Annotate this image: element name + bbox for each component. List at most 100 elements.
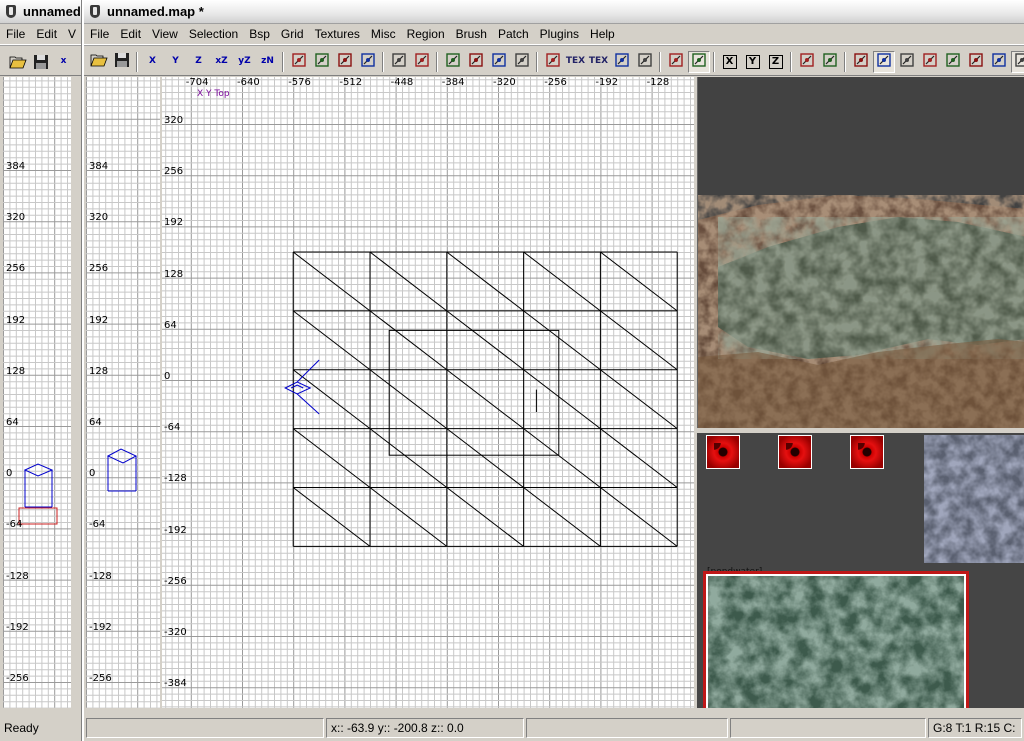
rotate-z-button[interactable]: zN <box>257 51 279 73</box>
menu-grid[interactable]: Grid <box>275 27 309 41</box>
selected-texture-pondwater[interactable] <box>703 571 969 708</box>
texture-thumb-red-3[interactable] <box>850 435 884 469</box>
view-entities-icon <box>690 51 708 72</box>
flip-x-button[interactable]: X <box>142 51 164 73</box>
save-button[interactable] <box>111 51 133 73</box>
split-button[interactable] <box>988 51 1010 73</box>
xy-grid <box>162 77 694 708</box>
rotate-x-button[interactable]: xZ <box>211 51 233 73</box>
weld-icon <box>967 51 985 72</box>
patch-dismiss-button[interactable] <box>850 51 872 73</box>
menu-file[interactable]: File <box>84 27 114 41</box>
z-y-label-9: -192 <box>89 621 112 633</box>
csg-subtract-button[interactable] <box>334 51 356 73</box>
xy-y-label-2: 192 <box>164 217 184 229</box>
flip-y-button[interactable]: Y <box>165 51 187 73</box>
xy-y-label-4: 64 <box>164 319 177 331</box>
back-flip-x-icon[interactable]: x <box>53 51 75 73</box>
z-y-label-3: 192 <box>89 314 109 326</box>
weld-button[interactable] <box>965 51 987 73</box>
select-partial-tall-button[interactable] <box>511 51 533 73</box>
menu-help[interactable]: Help <box>584 27 620 41</box>
back-open-icon[interactable] <box>7 51 29 73</box>
back-y-label-9: -192 <box>6 621 29 633</box>
menu-misc[interactable]: Misc <box>365 27 401 41</box>
back-menu-edit[interactable]: Edit <box>30 27 62 41</box>
menu-bsp[interactable]: Bsp <box>243 27 275 41</box>
open-button[interactable] <box>88 51 110 73</box>
grid-texture-icon <box>390 51 408 72</box>
menu-textures[interactable]: Textures <box>309 27 365 41</box>
texture-flip-y-icon: TEX <box>588 56 609 66</box>
clipper-button[interactable] <box>896 51 918 73</box>
xy-button[interactable]: X <box>719 51 741 73</box>
xy-top-view[interactable]: X Y Top -704 -640 -576 -512 -448 -384 -320 -256… <box>162 77 694 708</box>
flip-z-button[interactable]: Z <box>188 51 210 73</box>
select-partial-tall-icon <box>513 51 531 72</box>
scale-button[interactable] <box>819 51 841 73</box>
yz-button[interactable]: Y <box>742 51 764 73</box>
lock-icon <box>1013 51 1024 72</box>
drill-button[interactable] <box>942 51 964 73</box>
back-y-label-6: 0 <box>6 468 13 480</box>
back-menu-view[interactable]: V <box>62 27 81 41</box>
texture-thumb-blue-rock[interactable] <box>924 435 1024 563</box>
texture-flip-y-button[interactable]: TEX <box>588 51 610 73</box>
flip-x-icon: X <box>149 56 156 66</box>
menu-view[interactable]: View <box>146 27 183 41</box>
camera-button[interactable] <box>665 51 687 73</box>
free-rotate-button[interactable] <box>796 51 818 73</box>
open-icon <box>89 51 108 72</box>
view-entities-button[interactable] <box>687 50 710 73</box>
back-y-label-5: 64 <box>6 417 19 428</box>
texture-lock-button[interactable] <box>542 51 564 73</box>
bend-button[interactable] <box>919 51 941 73</box>
menu-plugins[interactable]: Plugins <box>534 27 584 41</box>
rotate-y-button[interactable]: yZ <box>234 51 256 73</box>
select-touching-icon <box>444 51 462 72</box>
scale-texture-button[interactable] <box>611 51 633 73</box>
texture-flip-x-button[interactable]: TEX <box>565 51 587 73</box>
main-window[interactable]: unnamed.map * File Edit View Selection B… <box>82 0 1024 741</box>
radiant-app-icon <box>4 4 18 20</box>
select-touching-button[interactable] <box>442 51 464 73</box>
lock-button[interactable] <box>1010 50 1024 73</box>
texture-browser[interactable]: [pondwater] <box>697 431 1024 708</box>
xy-x-label-5: -384 <box>441 77 465 88</box>
xy-y-label-11: -384 <box>164 678 187 690</box>
back-save-icon[interactable] <box>30 51 52 73</box>
camera-box-back-view[interactable] <box>18 463 58 525</box>
make-hollow-button[interactable] <box>311 51 333 73</box>
background-window-titlebar[interactable]: unnamed <box>0 0 81 24</box>
back-status-ready: Ready <box>0 718 70 738</box>
texture-thumb-red-2[interactable] <box>778 435 812 469</box>
yz-icon: Y <box>745 54 760 69</box>
change-views-button[interactable] <box>411 51 433 73</box>
grid-texture-button[interactable] <box>388 51 410 73</box>
camera-view[interactable] <box>697 77 1024 428</box>
show-brush-button[interactable] <box>634 51 656 73</box>
patch-button[interactable] <box>872 50 895 73</box>
rotate-y-icon: yZ <box>238 56 251 66</box>
csg-merge-button[interactable] <box>357 51 379 73</box>
change-views-icon <box>413 51 431 72</box>
xz-button[interactable]: Z <box>765 51 787 73</box>
main-window-titlebar[interactable]: unnamed.map * <box>84 0 1024 24</box>
xy-x-label-1: -640 <box>237 77 260 88</box>
background-window[interactable]: unnamed File Edit V x 384 320 256 192 128 64 0… <box>0 0 82 741</box>
texture-thumb-red-1[interactable] <box>706 435 740 469</box>
menu-selection[interactable]: Selection <box>183 27 243 41</box>
clipper-icon <box>898 51 916 72</box>
clip-button[interactable] <box>288 51 310 73</box>
back-y-label-8: -128 <box>6 570 29 582</box>
toolbar-separator <box>436 51 438 72</box>
menu-edit[interactable]: Edit <box>114 27 146 41</box>
select-complete-tall-button[interactable] <box>488 51 510 73</box>
menu-brush[interactable]: Brush <box>450 27 492 41</box>
back-menu-file[interactable]: File <box>0 27 30 41</box>
menu-region[interactable]: Region <box>401 27 450 41</box>
select-inside-button[interactable] <box>465 51 487 73</box>
z-side-view[interactable]: 384320256192128640-64-128-192-256-320 <box>86 77 160 708</box>
back-side-view[interactable]: 384320256192128640-64-128-192-256-320 <box>3 77 71 708</box>
menu-patch[interactable]: Patch <box>492 27 534 41</box>
